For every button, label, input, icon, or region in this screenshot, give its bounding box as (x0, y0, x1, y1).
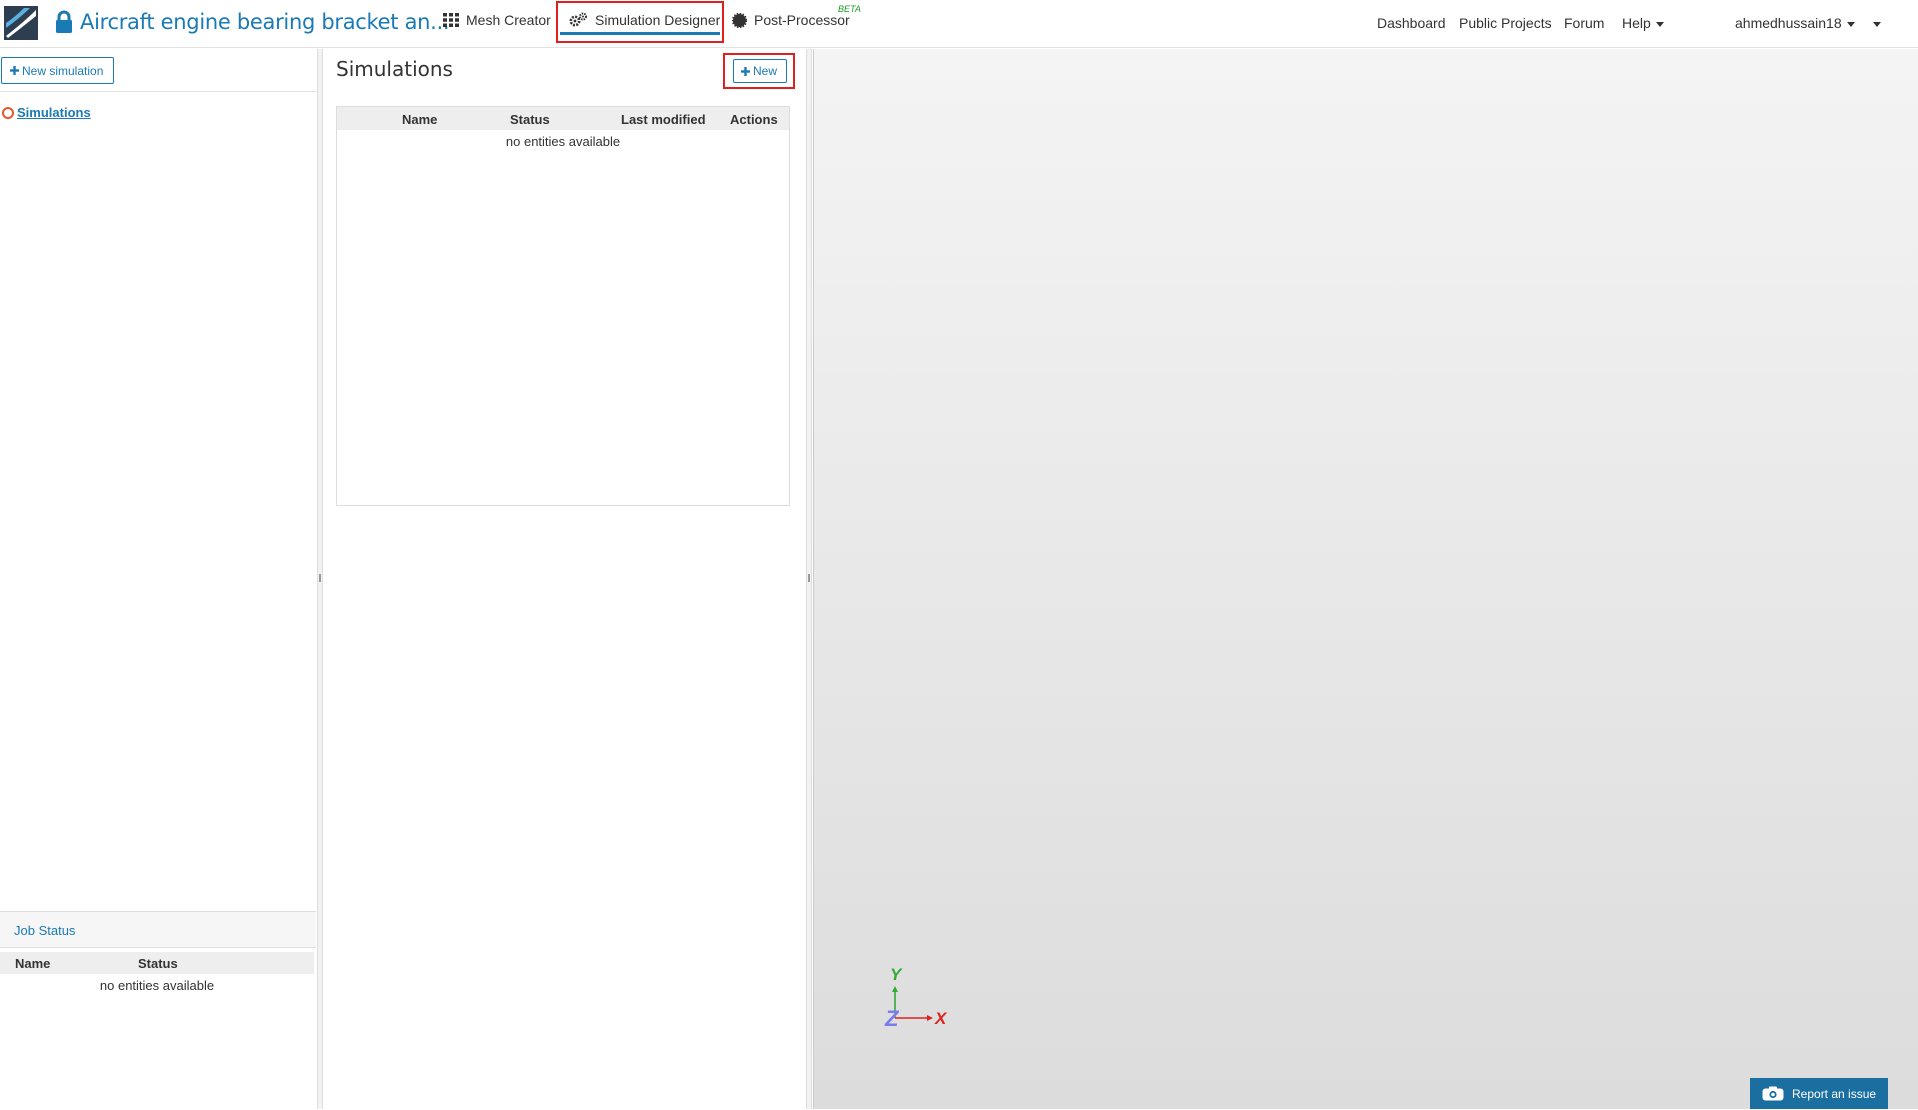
column-header-name[interactable]: Name (402, 112, 437, 127)
simulations-table: Name Status Last modified Actions no ent… (336, 106, 790, 506)
new-simulation-button-panel[interactable]: New (733, 59, 788, 83)
nav-forum[interactable]: Forum (1564, 15, 1604, 31)
chevron-down-icon (1873, 21, 1881, 27)
post-processor-icon (732, 12, 747, 28)
column-header-status[interactable]: Status (510, 112, 550, 127)
help-label: Help (1622, 15, 1651, 31)
report-issue-button[interactable]: Report an issue (1750, 1078, 1888, 1109)
grid-icon (443, 13, 459, 27)
chevron-down-icon (1846, 21, 1855, 27)
job-status-table-header: Name Status (0, 952, 314, 974)
camera-icon (1762, 1086, 1784, 1101)
nav-public-projects[interactable]: Public Projects (1459, 15, 1552, 31)
active-tab-underline (560, 32, 720, 35)
plus-icon (741, 66, 750, 76)
panel-resize-splitter[interactable] (806, 49, 812, 1109)
3d-viewport[interactable] (813, 49, 1918, 1109)
username: ahmedhussain18 (1735, 15, 1842, 31)
simulations-empty-message: no entities available (505, 134, 621, 149)
axis-z-label: Z (884, 1006, 900, 1031)
job-status-title[interactable]: Job Status (14, 923, 75, 938)
gears-icon (569, 12, 587, 27)
left-sidebar: New simulation Simulations Job Status Na… (0, 49, 319, 1110)
tree-item-simulations[interactable]: Simulations (2, 105, 91, 120)
splitter-grip (319, 574, 321, 582)
new-simulation-button[interactable]: New simulation (1, 57, 115, 84)
extra-menu-dropdown[interactable] (1868, 15, 1881, 31)
axis-x-label: X (934, 1009, 948, 1028)
simulations-table-header: Name Status Last modified Actions (337, 107, 789, 130)
panel-title: Simulations (336, 57, 453, 81)
tree-item-label: Simulations (17, 105, 91, 120)
sidebar-resize-splitter[interactable] (317, 49, 323, 1109)
nav-post-processor[interactable]: Post-Processor (732, 12, 850, 28)
nav-help-dropdown[interactable]: Help (1622, 15, 1664, 31)
chevron-down-icon (1655, 21, 1664, 27)
project-title[interactable]: Aircraft engine bearing bracket an... (80, 10, 450, 34)
top-navbar: Aircraft engine bearing bracket an... Me… (0, 0, 1918, 48)
nav-label: Mesh Creator (466, 12, 551, 28)
column-header-actions: Actions (730, 112, 778, 127)
nav-mesh-creator[interactable]: Mesh Creator (443, 12, 551, 28)
nav-label: Simulation Designer (595, 12, 721, 28)
lock-icon (56, 10, 72, 33)
simulations-panel: Simulations New Name Status Last modifie… (324, 49, 806, 1109)
axis-y-label: Y (890, 965, 903, 984)
user-menu-dropdown[interactable]: ahmedhussain18 (1735, 15, 1855, 31)
column-header-status[interactable]: Status (138, 956, 178, 971)
beta-badge: BETA (838, 4, 861, 14)
divider (0, 91, 318, 92)
plus-icon (10, 66, 19, 75)
app-logo-icon[interactable] (4, 6, 38, 40)
report-issue-label: Report an issue (1792, 1086, 1877, 1101)
new-button-label: New (753, 64, 778, 78)
splitter-grip (808, 574, 810, 582)
new-simulation-label: New simulation (22, 63, 104, 78)
column-header-name[interactable]: Name (15, 956, 50, 971)
status-circle-icon (2, 106, 14, 119)
nav-label: Post-Processor (754, 12, 850, 28)
job-status-empty-message: no entities available (99, 978, 215, 993)
job-status-header: Job Status (0, 912, 316, 948)
column-header-last-modified[interactable]: Last modified (621, 112, 706, 127)
nav-simulation-designer[interactable]: Simulation Designer (569, 12, 720, 28)
axis-triad-icon: Y X Z (884, 965, 948, 1031)
nav-dashboard[interactable]: Dashboard (1377, 15, 1446, 31)
job-status-panel: Job Status Name Status no entities avail… (0, 911, 316, 1110)
